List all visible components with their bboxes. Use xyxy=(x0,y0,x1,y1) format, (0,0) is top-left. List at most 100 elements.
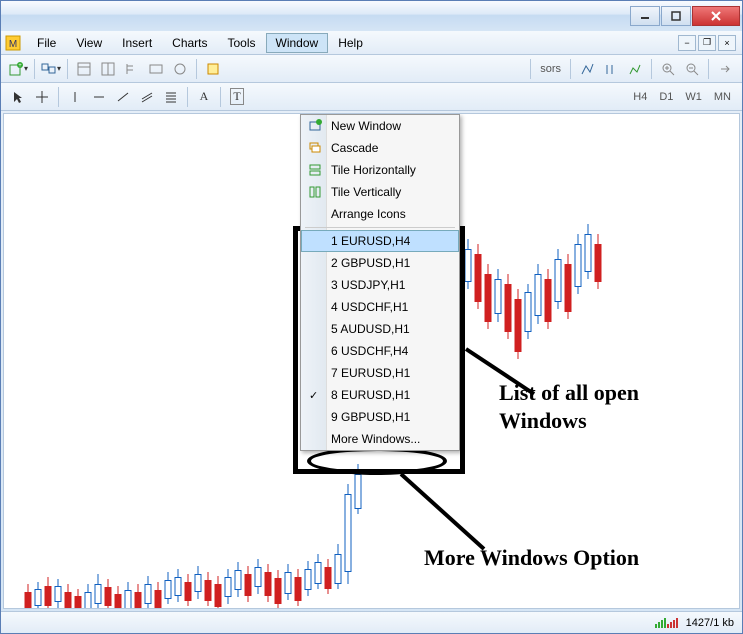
candle xyxy=(584,114,592,608)
trendline-button[interactable] xyxy=(112,86,134,108)
navigator-button[interactable] xyxy=(121,58,143,80)
menu-tile-horizontally[interactable]: Tile Horizontally xyxy=(301,159,459,181)
menu-window-item-5[interactable]: 5 AUDUSD,H1 xyxy=(301,318,459,340)
connection-bars-icon xyxy=(655,618,678,628)
menu-window-item-8[interactable]: ✓8 EURUSD,H1 xyxy=(301,384,459,406)
new-order-icon xyxy=(206,62,220,76)
candle xyxy=(124,114,132,608)
crosshair-icon xyxy=(35,90,49,104)
menu-arrange-icons[interactable]: Arrange Icons xyxy=(301,203,459,225)
market-watch-icon xyxy=(77,62,91,76)
candle xyxy=(54,114,62,608)
toolbar-line-studies: A T H4 D1 W1 MN xyxy=(1,83,742,111)
text-label-button[interactable]: T xyxy=(226,86,248,108)
menu-cascade[interactable]: Cascade xyxy=(301,137,459,159)
channel-button[interactable] xyxy=(136,86,158,108)
menu-window-item-label: 1 EURUSD,H4 xyxy=(331,234,410,248)
mdi-minimize-button[interactable]: − xyxy=(678,35,696,51)
data-window-button[interactable] xyxy=(97,58,119,80)
candle xyxy=(64,114,72,608)
profiles-button[interactable]: ▾ xyxy=(40,58,62,80)
menu-window-item-6[interactable]: 6 USDCHF,H4 xyxy=(301,340,459,362)
menubar: M File View Insert Charts Tools Window H… xyxy=(1,31,742,55)
strategy-tester-button[interactable] xyxy=(169,58,191,80)
new-chart-icon: + xyxy=(8,61,24,77)
app-window: M File View Insert Charts Tools Window H… xyxy=(0,0,743,634)
horizontal-line-button[interactable] xyxy=(88,86,110,108)
candle xyxy=(234,114,242,608)
candle xyxy=(84,114,92,608)
zoom-in-button[interactable] xyxy=(657,58,679,80)
timeframe-mn-button[interactable]: MN xyxy=(709,86,736,108)
menu-view[interactable]: View xyxy=(66,33,112,53)
candle xyxy=(534,114,542,608)
menu-window-item-4[interactable]: 4 USDCHF,H1 xyxy=(301,296,459,318)
menu-window-item-3[interactable]: 3 USDJPY,H1 xyxy=(301,274,459,296)
new-order-button[interactable] xyxy=(202,58,224,80)
market-watch-button[interactable] xyxy=(73,58,95,80)
status-bar: 1427/1 kb xyxy=(1,611,742,633)
hline-icon xyxy=(92,90,106,104)
crosshair-button[interactable] xyxy=(31,86,53,108)
channel-icon xyxy=(140,90,154,104)
mdi-close-button[interactable]: × xyxy=(718,35,736,51)
mdi-restore-button[interactable]: ❐ xyxy=(698,35,716,51)
menu-tools[interactable]: Tools xyxy=(218,33,266,53)
vertical-line-button[interactable] xyxy=(64,86,86,108)
menu-new-window[interactable]: New Window xyxy=(301,115,459,137)
cursor-icon xyxy=(11,90,25,104)
menu-window-item-2[interactable]: 2 GBPUSD,H1 xyxy=(301,252,459,274)
candle xyxy=(544,114,552,608)
zoom-out-button[interactable] xyxy=(681,58,703,80)
timeframe-w1-button[interactable]: W1 xyxy=(680,86,707,108)
timeframe-d1-button[interactable]: D1 xyxy=(654,86,678,108)
window-minimize-button[interactable] xyxy=(630,6,660,26)
candle xyxy=(504,114,512,608)
timeframe-h4-button[interactable]: H4 xyxy=(628,86,652,108)
menu-insert[interactable]: Insert xyxy=(112,33,162,53)
candle xyxy=(564,114,572,608)
fibonacci-button[interactable] xyxy=(160,86,182,108)
chart-area[interactable]: New Window Cascade Tile Horizontally Til… xyxy=(3,113,740,609)
auto-scroll-button[interactable] xyxy=(714,58,736,80)
menu-help[interactable]: Help xyxy=(328,33,373,53)
menu-tile-h-label: Tile Horizontally xyxy=(331,163,416,177)
templates-button[interactable] xyxy=(624,58,646,80)
menu-window-item-label: 3 USDJPY,H1 xyxy=(331,278,405,292)
candle xyxy=(174,114,182,608)
candle xyxy=(104,114,112,608)
text-label-icon: T xyxy=(230,88,243,105)
periodicity-button[interactable] xyxy=(600,58,622,80)
menu-window-item-label: 4 USDCHF,H1 xyxy=(331,300,408,314)
terminal-button[interactable] xyxy=(145,58,167,80)
new-window-icon xyxy=(307,118,323,134)
new-chart-button[interactable]: +▾ xyxy=(7,58,29,80)
menu-window-item-7[interactable]: 7 EURUSD,H1 xyxy=(301,362,459,384)
candle xyxy=(574,114,582,608)
zoom-out-icon xyxy=(685,62,699,76)
tile-h-icon xyxy=(307,162,323,178)
menu-tile-vertically[interactable]: Tile Vertically xyxy=(301,181,459,203)
menu-charts[interactable]: Charts xyxy=(162,33,217,53)
template-icon xyxy=(628,62,642,76)
text-button[interactable]: A xyxy=(193,86,215,108)
window-close-button[interactable] xyxy=(692,6,740,26)
cursor-button[interactable] xyxy=(7,86,29,108)
candle xyxy=(484,114,492,608)
menu-file[interactable]: File xyxy=(27,33,66,53)
menu-window-item-label: 9 GBPUSD,H1 xyxy=(331,410,410,424)
menu-window[interactable]: Window xyxy=(266,33,329,53)
menu-window-item-9[interactable]: 9 GBPUSD,H1 xyxy=(301,406,459,428)
candle xyxy=(24,114,32,608)
candle xyxy=(244,114,252,608)
menu-window-item-1[interactable]: 1 EURUSD,H4 xyxy=(301,230,459,252)
candle xyxy=(254,114,262,608)
menu-more-windows[interactable]: More Windows... xyxy=(301,428,459,450)
menu-cascade-label: Cascade xyxy=(331,141,378,155)
window-maximize-button[interactable] xyxy=(661,6,691,26)
menu-more-windows-label: More Windows... xyxy=(331,432,420,446)
candle xyxy=(284,114,292,608)
candle xyxy=(114,114,122,608)
indicator-list-button[interactable] xyxy=(576,58,598,80)
candle xyxy=(524,114,532,608)
